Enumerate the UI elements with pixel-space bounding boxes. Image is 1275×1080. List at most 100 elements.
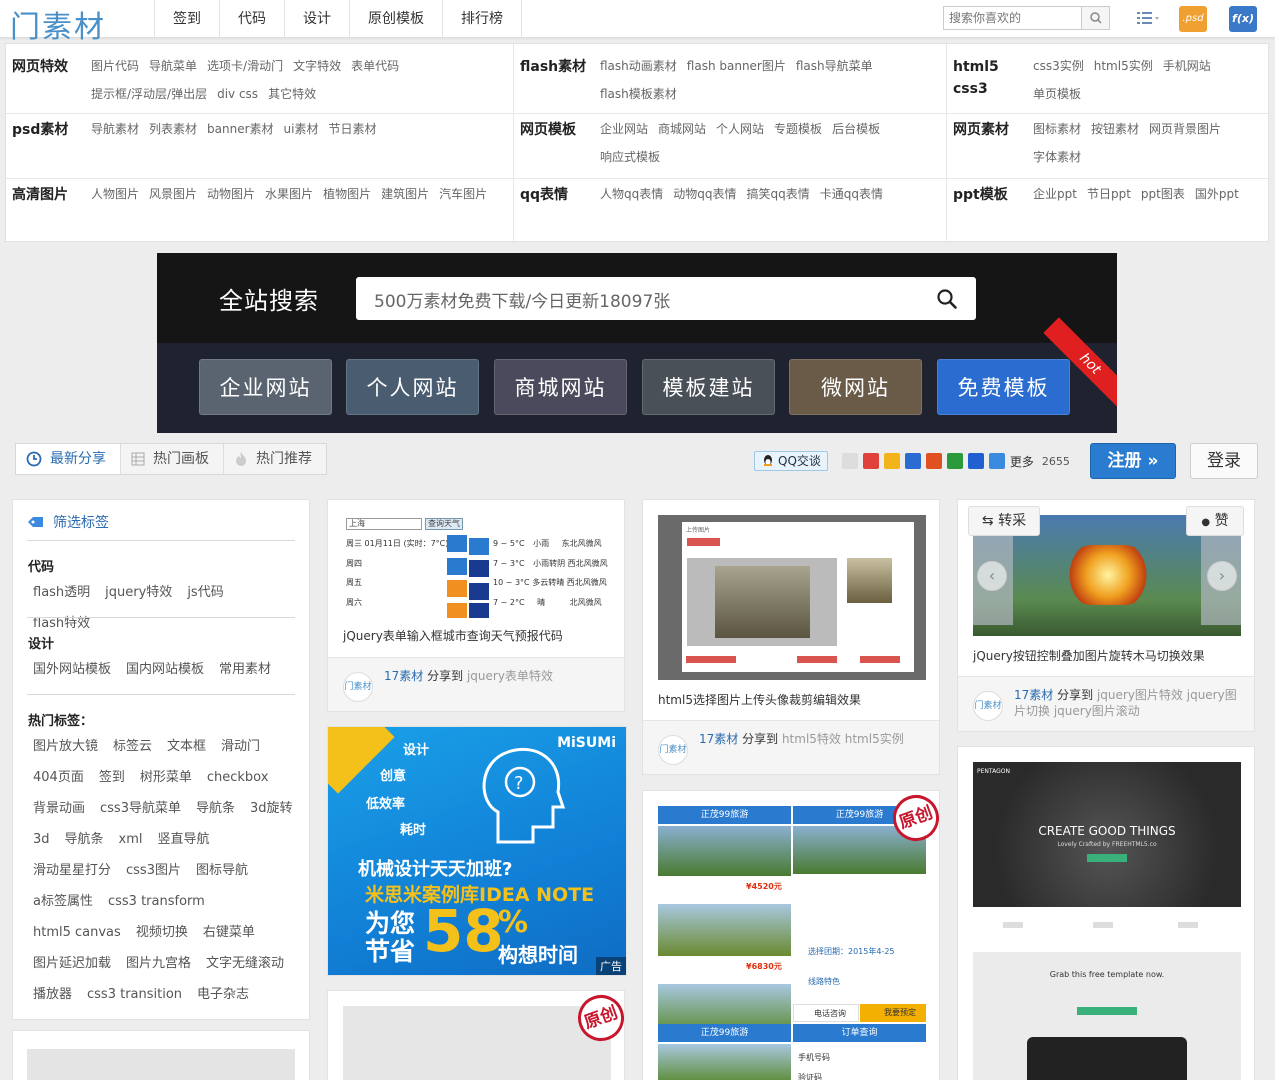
tag-link[interactable]: 3d	[33, 824, 50, 855]
qzone-icon[interactable]	[883, 453, 900, 469]
category-link[interactable]: flash banner图片	[687, 52, 786, 80]
category-link[interactable]: css3实例	[1033, 52, 1084, 80]
tag-link[interactable]: 竖直导航	[158, 824, 210, 855]
tag-link[interactable]: 树形菜单	[140, 762, 192, 793]
category-title[interactable]: qq表情	[520, 184, 590, 206]
weibo-icon[interactable]	[862, 453, 879, 469]
like-button[interactable]: ● 赞	[1186, 506, 1244, 536]
category-link[interactable]: flash导航菜单	[796, 52, 873, 80]
tag-link[interactable]: a标签属性	[33, 886, 93, 917]
tag-link[interactable]: css3 transform	[108, 886, 205, 917]
category-title[interactable]: flash素材	[520, 56, 604, 78]
tag-link[interactable]: 视频切换	[136, 917, 188, 948]
banner-tile-template-builder[interactable]: 模板建站	[642, 359, 775, 415]
tag-link[interactable]: jquery特效	[105, 577, 172, 608]
category-link[interactable]: 搞笑qq表情	[747, 180, 810, 208]
avatar[interactable]: 门素材	[973, 691, 1003, 721]
tag-link[interactable]: 图标导航	[196, 855, 248, 886]
card-thumbnail[interactable]: PENTAGON CREATE GOOD THINGS Lovely Craft…	[973, 762, 1241, 1080]
tag-link[interactable]: checkbox	[207, 762, 269, 793]
category-title[interactable]: html5 css3	[953, 56, 1003, 100]
category-title[interactable]: 网页特效	[12, 56, 82, 78]
category-link[interactable]: div css	[217, 80, 258, 108]
nav-item-ranking[interactable]: 排行榜	[442, 0, 522, 38]
category-link[interactable]: 国外ppt	[1195, 180, 1239, 208]
tab-hot-recommend[interactable]: 热门推荐	[224, 444, 326, 474]
search-icon[interactable]	[936, 288, 958, 310]
tag-link[interactable]: 签到	[99, 762, 125, 793]
category-link[interactable]: 表单代码	[351, 52, 399, 80]
category-link[interactable]: flash模板素材	[600, 80, 677, 108]
baidu-icon[interactable]	[967, 453, 984, 469]
category-link[interactable]: 后台模板	[832, 115, 880, 143]
work-card[interactable]: PENTAGON CREATE GOOD THINGS Lovely Craft…	[957, 746, 1255, 1080]
card-thumbnail[interactable]: 上海 查询天气 周三 01月11日 (实时：7°C) 周四 周五 周六 9 ~ …	[343, 512, 611, 618]
avatar[interactable]: 门素材	[658, 735, 688, 765]
category-link[interactable]: 响应式模板	[600, 143, 660, 171]
category-title[interactable]: psd素材	[12, 119, 82, 141]
tag-link[interactable]: html5 canvas	[33, 917, 121, 948]
tag-link[interactable]: 标签云	[113, 731, 152, 762]
copy-link-icon[interactable]	[841, 453, 858, 469]
banner-tile-free-templates[interactable]: 免费模板	[937, 359, 1070, 415]
category-title[interactable]: ppt模板	[953, 184, 1023, 206]
banner-tile-enterprise-site[interactable]: 企业网站	[199, 359, 332, 415]
banner-search-input[interactable]: 500万素材免费下载/今日更新18097张	[356, 277, 976, 320]
register-button[interactable]: 注册 »	[1090, 443, 1176, 479]
card-tags[interactable]: html5特效 html5实例	[782, 732, 904, 746]
tag-link[interactable]: 国外网站模板	[33, 654, 111, 685]
category-link[interactable]: 人物图片	[91, 180, 139, 208]
category-link[interactable]: 选项卡/滑动门	[207, 52, 283, 80]
tag-link[interactable]: css3导航菜单	[100, 793, 181, 824]
category-title[interactable]: 网页素材	[953, 119, 1023, 141]
tab-latest-shares[interactable]: 最新分享	[16, 444, 121, 474]
card-title[interactable]: html5选择图片上传头像裁剪编辑效果	[658, 692, 926, 709]
tag-link[interactable]: 播放器	[33, 979, 72, 1010]
category-link[interactable]: 动物图片	[207, 180, 255, 208]
card-title[interactable]: jQuery按钮控制叠加图片旋转木马切换效果	[973, 648, 1241, 665]
tag-link[interactable]: 图片延迟加载	[33, 948, 111, 979]
share-more-link[interactable]: 更多	[1010, 453, 1034, 470]
work-card[interactable]: 原创	[327, 990, 625, 1080]
tag-link[interactable]: css3图片	[126, 855, 181, 886]
category-link[interactable]: 导航素材	[91, 115, 139, 143]
banner-tile-micro-site[interactable]: 微网站	[789, 359, 922, 415]
category-link[interactable]: 文字特效	[293, 52, 341, 80]
tag-link[interactable]: 导航条	[196, 793, 235, 824]
list-view-icon[interactable]	[1137, 11, 1159, 27]
category-link[interactable]: 手机网站	[1163, 52, 1211, 80]
kaixin-icon[interactable]	[925, 453, 942, 469]
douban-icon[interactable]	[946, 453, 963, 469]
category-link[interactable]: 植物图片	[323, 180, 371, 208]
category-link[interactable]: 动物qq表情	[673, 180, 736, 208]
category-link[interactable]: 其它特效	[268, 80, 316, 108]
carousel-prev-button[interactable]: ‹	[977, 561, 1007, 591]
nav-item-signin[interactable]: 签到	[154, 0, 219, 38]
category-link[interactable]: 风景图片	[149, 180, 197, 208]
card-thumbnail[interactable]	[343, 1006, 611, 1080]
category-link[interactable]: 个人网站	[716, 115, 764, 143]
category-link[interactable]: 节日素材	[328, 115, 376, 143]
tag-link[interactable]: flash透明	[33, 577, 90, 608]
tag-link[interactable]: xml	[119, 824, 143, 855]
tag-link[interactable]: 电子杂志	[197, 979, 249, 1010]
category-link[interactable]: banner素材	[207, 115, 274, 143]
card-title[interactable]: jQuery表单输入框城市查询天气预报代码	[343, 628, 611, 645]
top-search-button[interactable]	[1081, 7, 1109, 29]
category-link[interactable]: 图片代码	[91, 52, 139, 80]
category-link[interactable]: ppt图表	[1141, 180, 1185, 208]
banner-tile-personal-site[interactable]: 个人网站	[346, 359, 479, 415]
carousel-next-button[interactable]: ›	[1207, 561, 1237, 591]
advertisement[interactable]: MiSUMi 设计 创意 低效率 耗时 ? 机械设计天天加班? 米思米案例库ID…	[327, 726, 627, 976]
plus-more-icon[interactable]	[988, 453, 1005, 469]
avatar[interactable]: 门素材	[343, 672, 373, 702]
category-link[interactable]: 按钮素材	[1091, 115, 1139, 143]
category-link[interactable]: 汽车图片	[439, 180, 487, 208]
tab-hot-boards[interactable]: 热门画板	[121, 444, 224, 474]
category-link[interactable]: 企业网站	[600, 115, 648, 143]
site-logo[interactable]: 门素材	[10, 2, 106, 46]
tag-link[interactable]: 图片九宫格	[126, 948, 191, 979]
nav-item-code[interactable]: 代码	[219, 0, 284, 38]
work-card[interactable]: 正茂99旅游 正茂99旅游 ¥4520元 ¥6830元 选择团期：2015年4-…	[642, 790, 940, 1080]
repin-button[interactable]: ⇆ 转采	[968, 506, 1040, 536]
